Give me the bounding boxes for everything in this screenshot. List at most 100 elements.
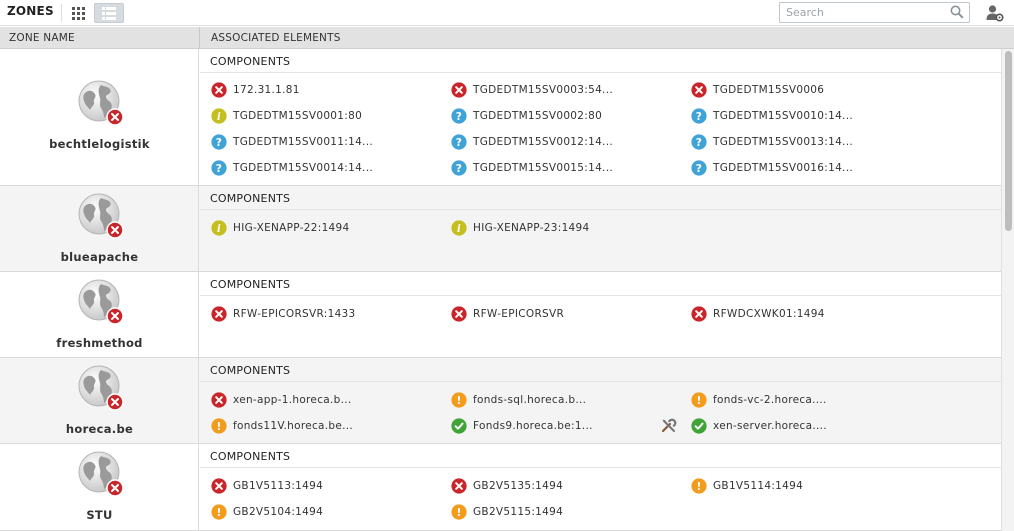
component-label: TGDEDTM15SV0015:14... [473,162,613,174]
error-status-icon [691,306,707,322]
component-label: TGDEDTM15SV0002:80 [473,110,603,122]
components-heading: COMPONENTS [200,49,1001,73]
error-status-icon [451,82,467,98]
component-label: fonds-sql.horeca.b... [473,394,587,406]
components-heading: COMPONENTS [200,272,1001,296]
zone-row[interactable]: freshmethod COMPONENTS RFW-EPICORSVR:143… [0,272,1001,358]
component-label: fonds-vc-2.horeca.... [713,394,827,406]
svg-text:!: ! [696,395,701,407]
component-item[interactable]: 172.31.1.81 [211,81,300,99]
warning-status-icon: ! [691,392,707,408]
component-item[interactable]: i HIG-XENAPP-22:1494 [211,219,350,237]
component-label: TGDEDTM15SV0011:14... [233,136,373,148]
zone-name[interactable]: STU [0,508,199,522]
component-item[interactable]: RFW-EPICORSVR [451,305,564,323]
unknown-status-icon: ? [451,108,467,124]
component-item[interactable]: ? TGDEDTM15SV0013:14... [691,133,853,151]
zone-globe-icon [77,192,125,240]
unknown-status-icon: ? [691,160,707,176]
component-item[interactable]: RFW-EPICORSVR:1433 [211,305,356,323]
error-status-icon [211,306,227,322]
list-view-button[interactable] [94,3,124,23]
zone-cell: freshmethod [0,272,199,357]
zone-row[interactable]: STU COMPONENTS GB1V5113:1494 GB2V5135:14… [0,444,1001,531]
maintenance-icon[interactable] [660,417,678,435]
components-heading: COMPONENTS [200,444,1001,468]
component-item[interactable]: xen-app-1.horeca.b... [211,391,352,409]
associated-elements: COMPONENTS xen-app-1.horeca.b... ! fonds-… [200,358,1001,434]
component-label: xen-server.horeca.... [713,420,827,432]
component-item[interactable]: xen-server.horeca.... [691,417,827,435]
svg-text:i: i [217,111,221,123]
component-item[interactable]: ? TGDEDTM15SV0016:14... [691,159,853,177]
component-label: TGDEDTM15SV0014:14... [233,162,373,174]
component-item[interactable]: TGDEDTM15SV0003:54... [451,81,613,99]
associated-elements: COMPONENTS 172.31.1.81 TGDEDTM15SV0003:5… [200,49,1001,176]
error-status-icon [451,306,467,322]
component-item[interactable]: ! GB1V5114:1494 [691,477,803,495]
component-item[interactable]: GB2V5135:1494 [451,477,563,495]
component-item[interactable]: TGDEDTM15SV0006 [691,81,824,99]
zone-row[interactable]: blueapache COMPONENTS i HIG-XENAPP-22:149… [0,186,1001,272]
component-item[interactable]: ? TGDEDTM15SV0002:80 [451,107,602,125]
zone-row[interactable]: horeca.be COMPONENTS xen-app-1.horeca.b.… [0,358,1001,444]
zone-cell: blueapache [0,186,199,271]
component-item[interactable]: ? TGDEDTM15SV0010:14... [691,107,853,125]
unknown-status-icon: ? [451,134,467,150]
component-label: 172.31.1.81 [233,84,300,96]
component-item[interactable]: Fonds9.horeca.be:1... [451,417,593,435]
svg-text:!: ! [216,507,221,519]
user-settings-button[interactable] [985,3,1005,23]
zone-name[interactable]: blueapache [0,250,199,264]
component-item[interactable]: i TGDEDTM15SV0001:80 [211,107,362,125]
svg-text:i: i [457,223,461,235]
column-divider[interactable] [199,27,200,49]
zone-globe-icon [77,278,125,326]
grid-icon [71,6,85,20]
svg-text:!: ! [216,421,221,433]
component-item[interactable]: ! fonds-sql.horeca.b... [451,391,586,409]
component-item[interactable]: ? TGDEDTM15SV0012:14... [451,133,613,151]
zone-cell: bechtlelogistik [0,49,199,185]
warning-status-icon: ! [451,392,467,408]
error-status-icon [451,478,467,494]
component-item[interactable]: GB1V5113:1494 [211,477,323,495]
scrollbar-thumb[interactable] [1005,51,1012,231]
component-item[interactable]: ? TGDEDTM15SV0011:14... [211,133,373,151]
component-label: GB1V5113:1494 [233,480,324,492]
component-item[interactable]: RFWDCXWK01:1494 [691,305,825,323]
zone-row[interactable]: bechtlelogistik COMPONENTS 172.31.1.81 T… [0,49,1001,186]
svg-text:i: i [217,223,221,235]
error-status-icon [211,392,227,408]
zone-name-column-header[interactable]: ZONE NAME [9,32,75,44]
component-item[interactable]: ! GB2V5115:1494 [451,503,563,521]
component-label: GB1V5114:1494 [713,480,804,492]
component-item[interactable]: ? TGDEDTM15SV0015:14... [451,159,613,177]
component-item[interactable]: i HIG-XENAPP-23:1494 [451,219,590,237]
zone-name[interactable]: horeca.be [0,422,199,436]
component-label: TGDEDTM15SV0010:14... [713,110,853,122]
search-icon[interactable] [950,5,964,19]
zones-list: bechtlelogistik COMPONENTS 172.31.1.81 T… [0,49,1001,531]
component-item[interactable]: ! fonds11V.horeca.be... [211,417,353,435]
info-status-icon: i [211,220,227,236]
search-input[interactable] [780,3,940,22]
component-label: fonds11V.horeca.be... [233,420,354,432]
component-label: TGDEDTM15SV0006 [713,84,825,96]
grid-view-button[interactable] [67,3,89,23]
component-item[interactable]: ! fonds-vc-2.horeca.... [691,391,827,409]
zone-name[interactable]: freshmethod [0,336,199,350]
component-item[interactable]: ! GB2V5104:1494 [211,503,323,521]
zone-name[interactable]: bechtlelogistik [0,137,199,151]
associated-elements-column-header[interactable]: ASSOCIATED ELEMENTS [211,32,341,44]
ok-status-icon [691,418,707,434]
vertical-scrollbar[interactable] [1001,49,1014,531]
zone-cell: horeca.be [0,358,199,443]
search-box[interactable] [779,2,970,23]
component-label: GB2V5135:1494 [473,480,564,492]
component-label: RFW-EPICORSVR [473,308,565,320]
svg-text:!: ! [696,481,701,493]
component-item[interactable]: ? TGDEDTM15SV0014:14... [211,159,373,177]
unknown-status-icon: ? [691,108,707,124]
component-label: TGDEDTM15SV0016:14... [713,162,853,174]
